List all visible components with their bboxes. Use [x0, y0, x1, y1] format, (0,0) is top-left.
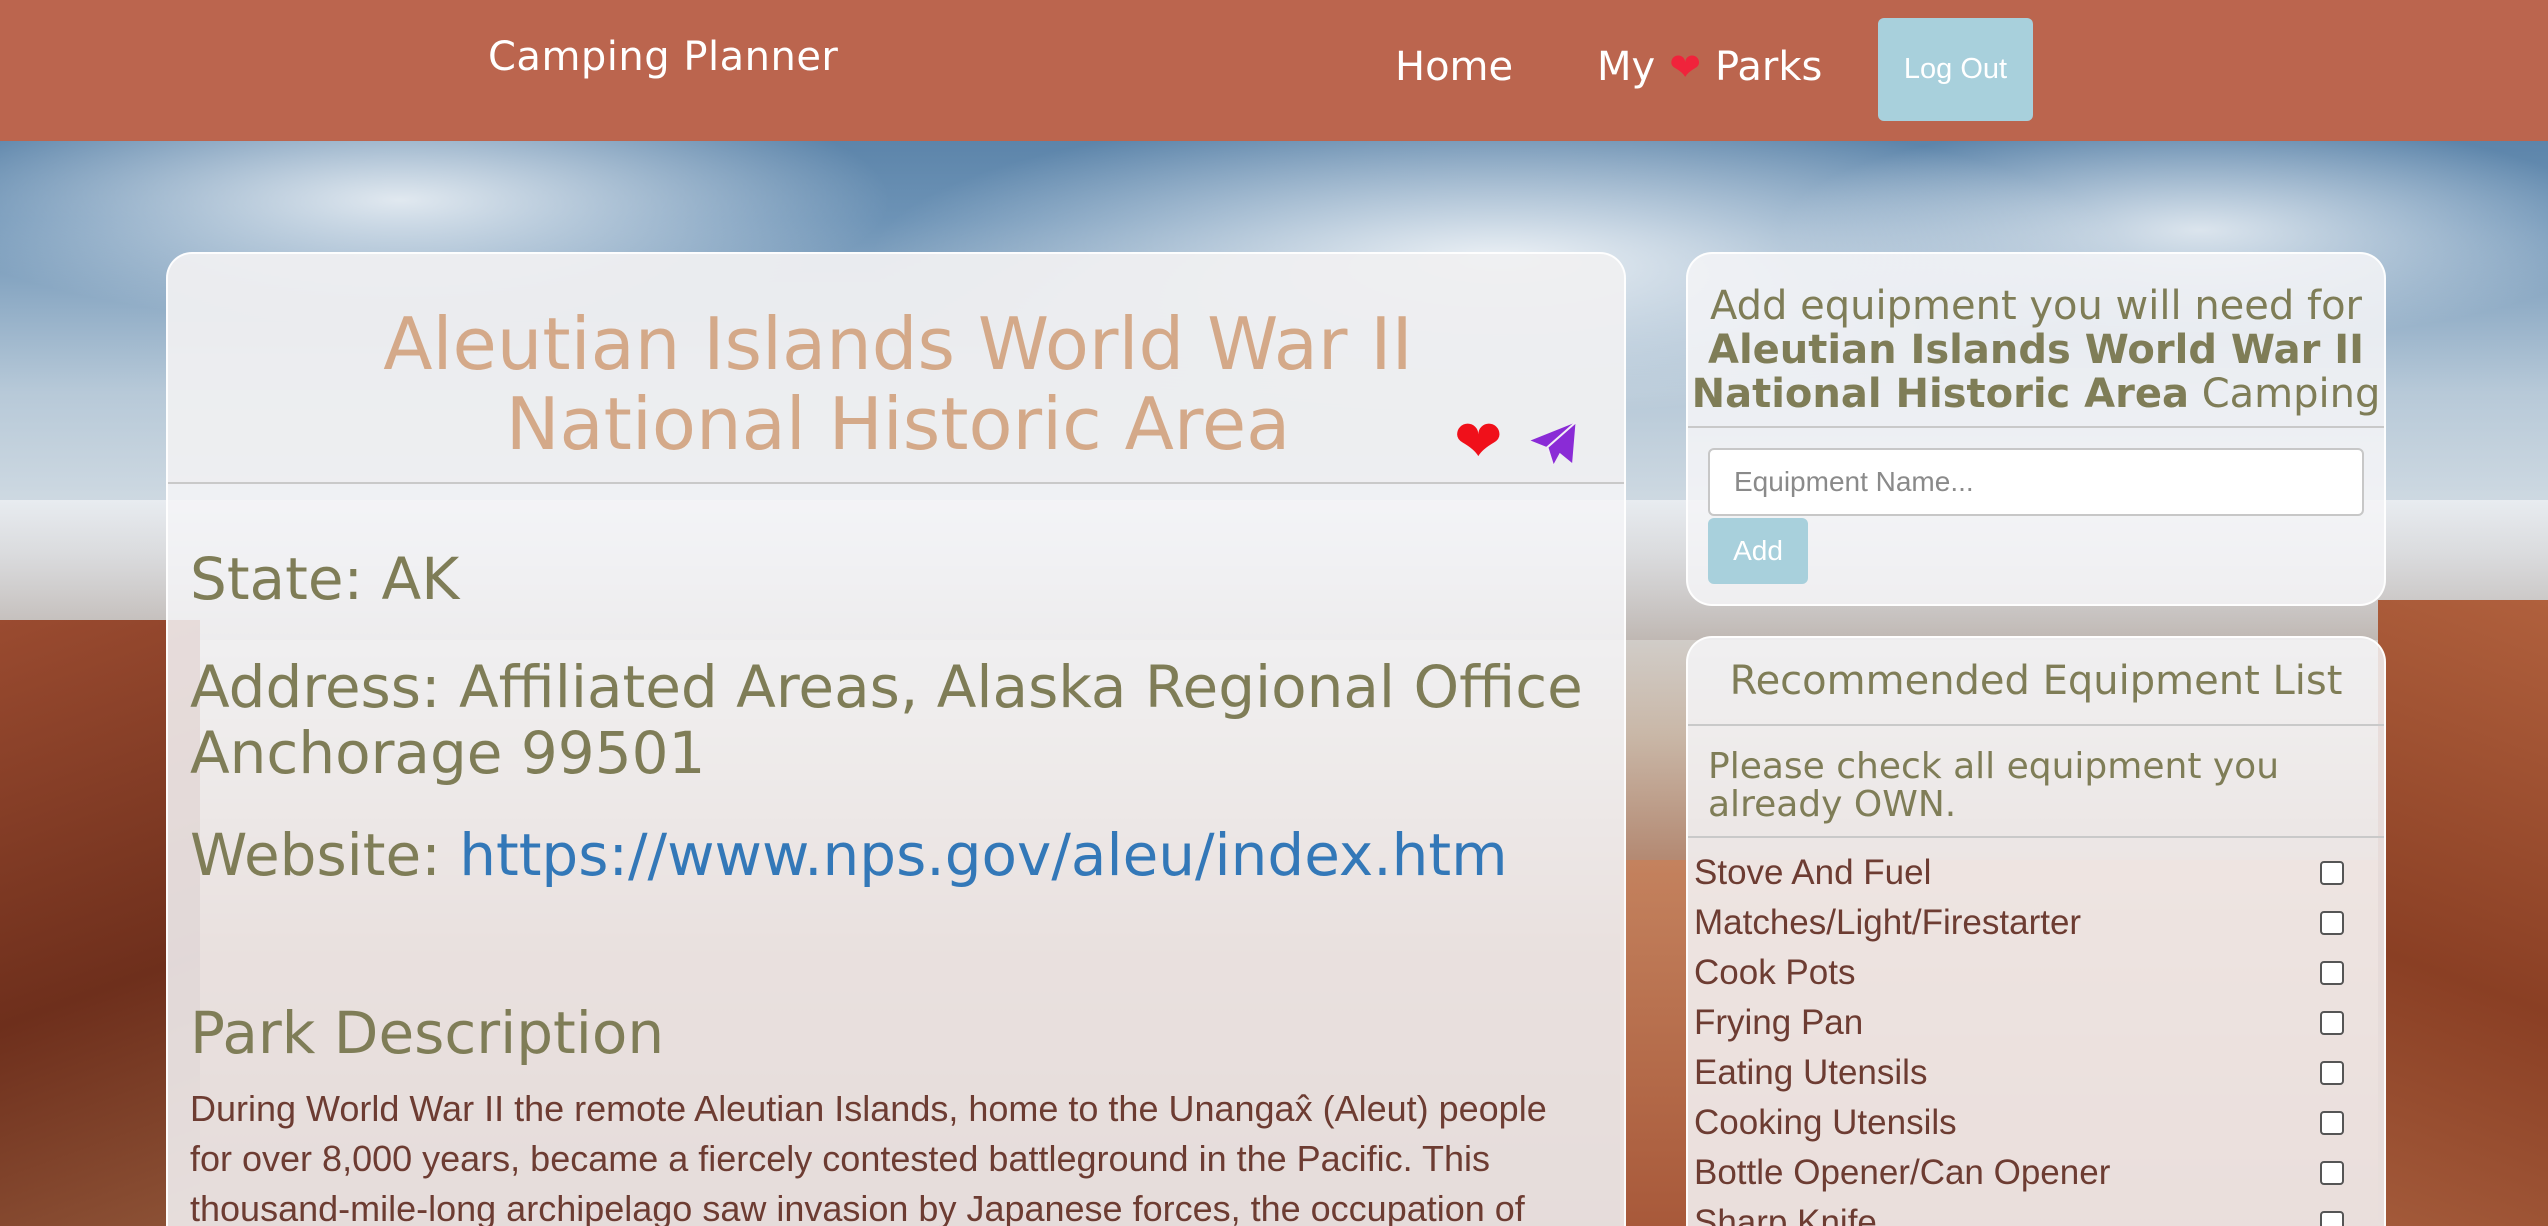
equipment-label: Sharp Knife	[1694, 1203, 1877, 1226]
equipment-label: Stove And Fuel	[1694, 853, 1932, 892]
equipment-label: Bottle Opener/Can Opener	[1694, 1153, 2111, 1192]
park-state: State: AK	[190, 546, 459, 612]
equipment-checkbox[interactable]	[2320, 1011, 2344, 1035]
park-address: Address: Affiliated Areas, Alaska Region…	[190, 654, 1610, 786]
state-label: State:	[190, 545, 364, 613]
equipment-checkbox[interactable]	[2320, 861, 2344, 885]
equipment-checkbox[interactable]	[2320, 1061, 2344, 1085]
page-title: Aleutian Islands World War II National H…	[383, 302, 1413, 466]
add-equipment-button[interactable]: Add	[1708, 518, 1808, 584]
brand-logo[interactable]: Camping Planner	[488, 34, 838, 80]
park-header: Aleutian Islands World War II National H…	[168, 254, 1624, 484]
navbar: Camping Planner Home My ❤ Parks Log Out	[0, 0, 2548, 141]
paper-plane-icon[interactable]	[1524, 418, 1582, 472]
equipment-checkbox[interactable]	[2320, 1211, 2344, 1226]
equipment-list: Stove And Fuel Matches/Light/Firestarter…	[1694, 848, 2354, 1226]
nav-my-parks-prefix: My	[1597, 44, 1656, 90]
equipment-checkbox[interactable]	[2320, 1111, 2344, 1135]
list-item: Frying Pan	[1694, 998, 2354, 1048]
recommended-heading: Recommended Equipment List	[1688, 638, 2384, 726]
address-label: Address:	[190, 653, 441, 721]
favorite-heart-icon[interactable]: ❤	[1454, 412, 1503, 470]
description-text: During World War II the remote Aleutian …	[190, 1088, 1547, 1226]
logout-button[interactable]: Log Out	[1878, 18, 2033, 121]
list-item: Eating Utensils	[1694, 1048, 2354, 1098]
add-equipment-heading-prefix: Add equipment you will need for	[1710, 283, 2362, 329]
recommended-instructions: Please check all equipment you already O…	[1688, 726, 2384, 838]
description-heading: Park Description	[190, 999, 665, 1067]
equipment-label: Frying Pan	[1694, 1003, 1864, 1042]
list-item: Cooking Utensils	[1694, 1098, 2354, 1148]
list-item: Bottle Opener/Can Opener	[1694, 1148, 2354, 1198]
nav-my-parks-link[interactable]: My ❤ Parks	[1597, 44, 1822, 90]
add-equipment-heading-suffix: Camping	[2201, 371, 2381, 417]
list-item: Stove And Fuel	[1694, 848, 2354, 898]
website-label: Website:	[190, 821, 441, 889]
list-item: Sharp Knife	[1694, 1198, 2354, 1226]
park-details-card: Aleutian Islands World War II National H…	[166, 252, 1626, 1226]
equipment-checkbox[interactable]	[2320, 961, 2344, 985]
equipment-name-input[interactable]	[1708, 448, 2364, 516]
equipment-label: Matches/Light/Firestarter	[1694, 903, 2082, 942]
add-equipment-card: Add equipment you will need for Aleutian…	[1686, 252, 2386, 606]
equipment-checkbox[interactable]	[2320, 1161, 2344, 1185]
nav-my-parks-suffix: Parks	[1715, 44, 1823, 90]
state-value: AK	[381, 545, 460, 613]
add-equipment-heading: Add equipment you will need for Aleutian…	[1688, 254, 2384, 428]
equipment-label: Cook Pots	[1694, 953, 1856, 992]
website-link[interactable]: https://www.nps.gov/aleu/index.htm	[459, 821, 1507, 889]
nav-home-link[interactable]: Home	[1395, 44, 1513, 90]
list-item: Cook Pots	[1694, 948, 2354, 998]
equipment-label: Eating Utensils	[1694, 1053, 1928, 1092]
heart-icon: ❤	[1669, 45, 1702, 89]
recommended-equipment-card: Recommended Equipment List Please check …	[1686, 636, 2386, 1226]
list-item: Matches/Light/Firestarter	[1694, 898, 2354, 948]
park-website: Website: https://www.nps.gov/aleu/index.…	[190, 822, 1508, 888]
equipment-checkbox[interactable]	[2320, 911, 2344, 935]
equipment-label: Cooking Utensils	[1694, 1103, 1957, 1142]
